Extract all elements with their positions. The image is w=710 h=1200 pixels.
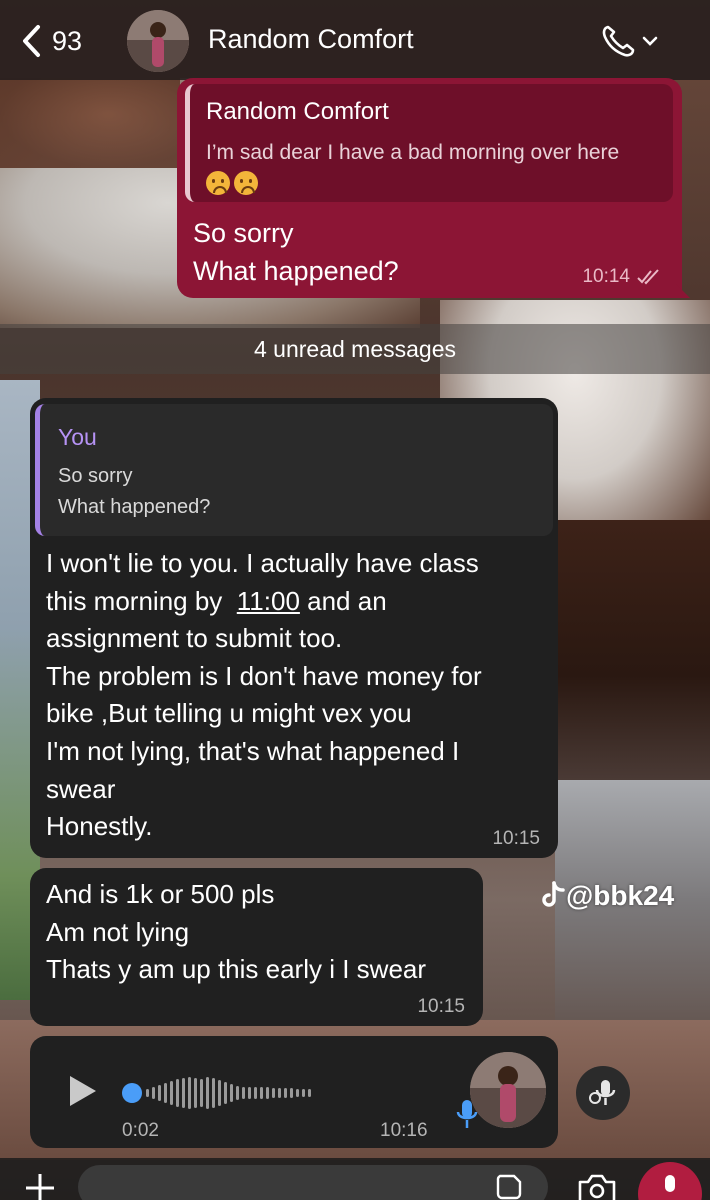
microphone-icon — [456, 1100, 478, 1128]
quoted-author: Random Comfort — [206, 98, 389, 125]
waveform-bar — [188, 1077, 191, 1109]
message-meta: 10:14 — [582, 266, 662, 288]
waveform-bar — [254, 1087, 257, 1099]
message-line: Honestly. — [46, 811, 153, 842]
message-text: I won't lie to you. I actually have clas… — [46, 545, 551, 846]
message-input-bar — [0, 1158, 710, 1200]
quoted-author: You — [58, 424, 97, 450]
call-button[interactable] — [600, 24, 658, 58]
voice-transcribe-icon — [589, 1080, 616, 1105]
waveform-bar — [272, 1088, 275, 1098]
quoted-text: I’m sad dear I have a bad morning over h… — [206, 138, 676, 198]
sender-avatar — [470, 1052, 546, 1128]
waveform-bar — [152, 1087, 155, 1099]
message-line: The problem is I don't have money for — [46, 660, 482, 691]
waveform-bar — [266, 1087, 269, 1099]
message-line: Am not lying — [46, 916, 190, 947]
quoted-reply[interactable]: Random Comfort I’m sad dear I have a bad… — [185, 84, 673, 202]
play-icon[interactable] — [68, 1074, 98, 1108]
waveform-bar — [296, 1089, 299, 1097]
voice-note-duration: 0:02 — [122, 1120, 159, 1141]
waveform-bar — [224, 1082, 227, 1104]
message-time: 10:14 — [582, 266, 630, 287]
quoted-text-body: I’m sad dear I have a bad morning over h… — [206, 141, 620, 164]
waveform-bar — [176, 1079, 179, 1107]
message-time: 10:15 — [492, 828, 540, 849]
message-line: So sorry — [193, 218, 294, 248]
frowning-face-emoji — [206, 171, 230, 196]
camera-icon[interactable] — [576, 1172, 618, 1200]
waveform-bar — [146, 1089, 149, 1097]
watermark-handle: @bbk24 — [566, 880, 675, 911]
microphone-icon — [665, 1175, 675, 1192]
contact-name[interactable]: Random Comfort — [208, 24, 414, 55]
waveform-bar — [200, 1079, 203, 1107]
message-line: And is 1k or 500 pls — [46, 879, 275, 909]
message-line: I won't lie to you. I actually have clas… — [46, 548, 479, 578]
waveform-bar — [284, 1088, 287, 1098]
voice-waveform[interactable] — [146, 1076, 311, 1110]
message-fragment: and an — [307, 585, 387, 616]
waveform-bar — [236, 1086, 239, 1100]
waveform-bar — [212, 1078, 215, 1108]
waveform-bar — [308, 1089, 311, 1097]
message-text: And is 1k or 500 pls Am not lying Thats … — [46, 876, 426, 989]
message-input[interactable] — [78, 1165, 548, 1200]
waveform-bar — [290, 1088, 293, 1098]
frowning-face-emoji — [234, 171, 258, 196]
back-button[interactable]: 93 — [20, 24, 82, 58]
quoted-reply[interactable]: You So sorry What happened? — [35, 404, 553, 536]
sent-message-bubble[interactable]: Random Comfort I’m sad dear I have a bad… — [177, 78, 690, 298]
quoted-text: So sorry What happened? — [58, 461, 553, 523]
playback-scrubber[interactable] — [122, 1083, 142, 1103]
waveform-bar — [230, 1084, 233, 1102]
waveform-bar — [170, 1081, 173, 1105]
message-text: So sorry What happened? — [193, 214, 399, 290]
tiktok-icon — [542, 881, 565, 907]
waveform-bar — [206, 1077, 209, 1109]
waveform-bar — [260, 1087, 263, 1099]
waveform-bar — [248, 1087, 251, 1099]
message-line: I'm not lying, that's what happened I — [46, 735, 460, 766]
message-line: this morning by 11:00 and an — [46, 583, 551, 621]
tiktok-watermark: @bbk24 — [540, 880, 674, 912]
message-line: Thats y am up this early i I swear — [46, 954, 427, 985]
waveform-bar — [302, 1089, 305, 1097]
chevron-left-icon — [23, 25, 40, 57]
message-time: 10:15 — [417, 996, 465, 1017]
quoted-line: So sorry — [58, 465, 133, 487]
sticker-icon[interactable] — [494, 1172, 524, 1200]
time-link[interactable]: 11:00 — [237, 586, 300, 616]
chevron-down-icon — [642, 36, 658, 46]
record-voice-button[interactable] — [638, 1162, 702, 1200]
chat-header: 93 Random Comfort — [0, 0, 710, 80]
message-line: bike ,But telling u might vex you — [46, 698, 412, 729]
waveform-bar — [194, 1078, 197, 1108]
message-time: 10:16 — [380, 1120, 428, 1141]
waveform-bar — [278, 1088, 281, 1098]
received-message-bubble[interactable]: And is 1k or 500 pls Am not lying Thats … — [30, 868, 483, 1026]
unread-count: 93 — [52, 25, 83, 56]
message-line: swear — [46, 773, 116, 804]
transcribe-button[interactable] — [576, 1066, 630, 1120]
plus-icon[interactable] — [22, 1170, 58, 1200]
message-line: assignment to submit too. — [46, 623, 343, 654]
phone-icon — [602, 25, 635, 57]
message-fragment: this morning by — [46, 585, 223, 616]
message-line: What happened? — [193, 256, 399, 286]
contact-avatar[interactable] — [127, 10, 189, 72]
voice-note-bubble[interactable]: 0:02 10:16 — [30, 1036, 558, 1148]
waveform-bar — [182, 1078, 185, 1108]
unread-messages-banner: 4 unread messages — [0, 324, 710, 374]
waveform-bar — [158, 1085, 161, 1101]
quoted-line: What happened? — [58, 496, 211, 518]
received-message-bubble[interactable]: You So sorry What happened? I won't lie … — [30, 398, 558, 858]
waveform-bar — [164, 1083, 167, 1103]
waveform-bar — [218, 1080, 221, 1106]
double-check-icon — [637, 269, 659, 285]
waveform-bar — [242, 1087, 245, 1099]
